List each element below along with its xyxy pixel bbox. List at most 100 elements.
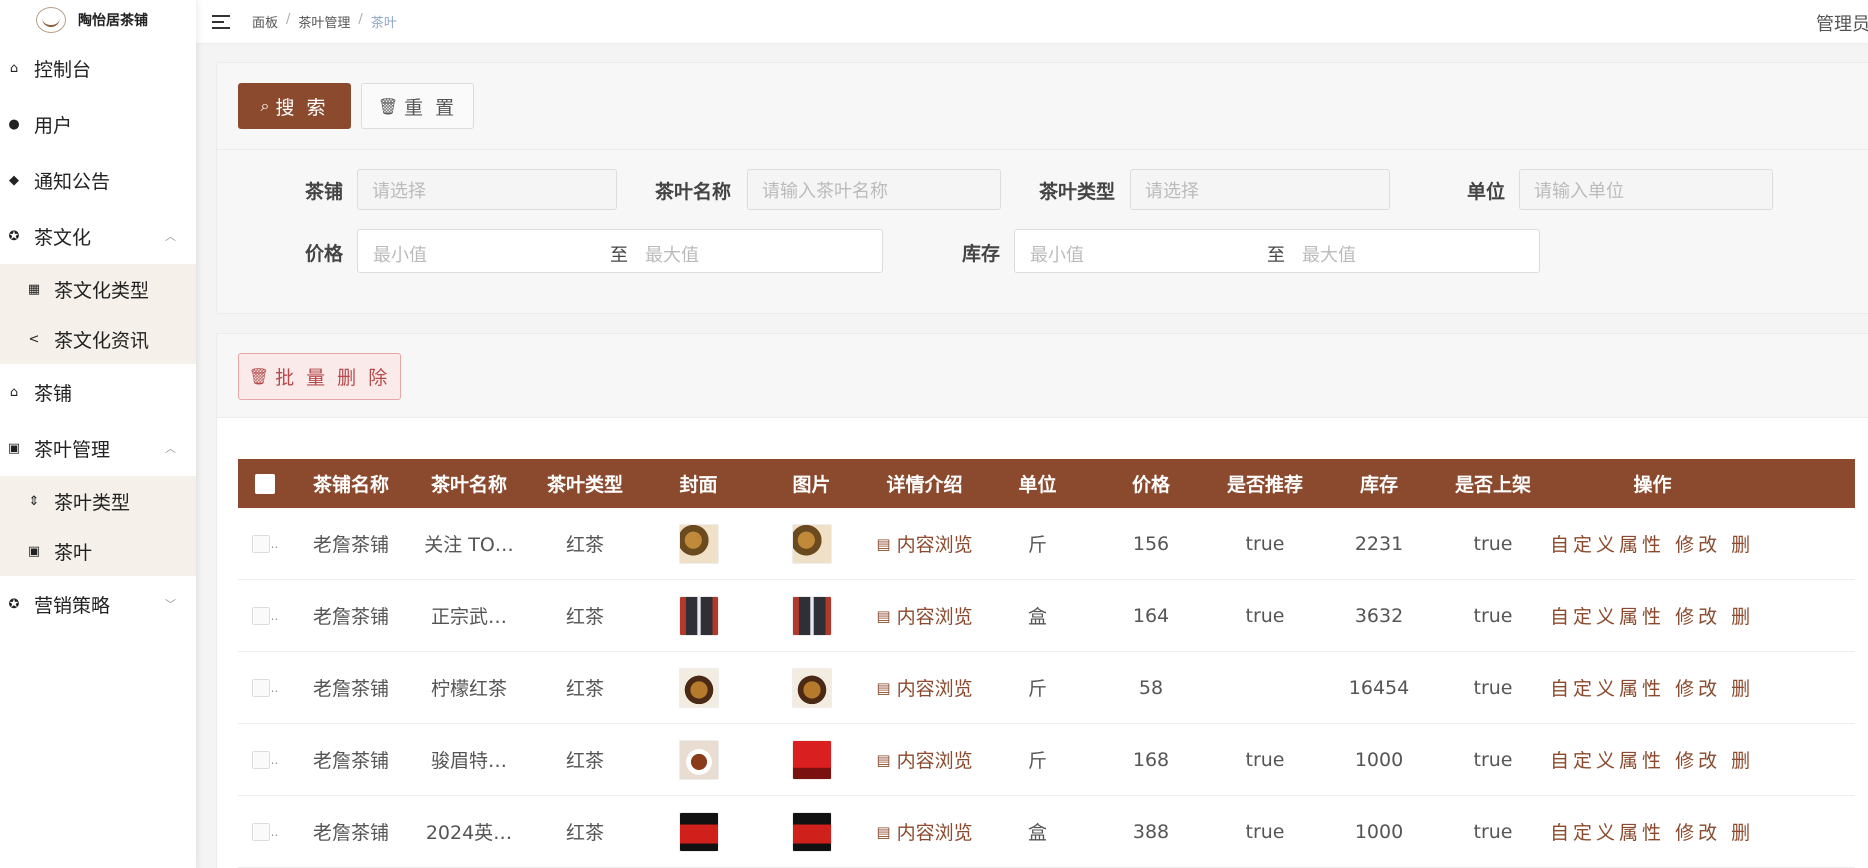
trash-icon: 🗑 (377, 96, 399, 116)
detail-link[interactable]: ▤ 内容浏览 (876, 818, 972, 845)
tea-image[interactable] (791, 667, 832, 708)
edit-button[interactable]: 修改 (1675, 750, 1721, 772)
custom-attributes-button[interactable]: 自定义属性 (1550, 534, 1665, 556)
sidebar-item-tea-shop[interactable]: ⌂ 茶铺 (0, 364, 196, 420)
delete-button[interactable]: 删除 (1731, 534, 1755, 556)
edit-button[interactable]: 修改 (1675, 606, 1721, 628)
sidebar-item-tea[interactable]: ▣ 茶叶 (0, 526, 196, 576)
delete-button[interactable]: 删除 (1731, 822, 1755, 844)
cell-shop: 老詹茶铺 (312, 750, 389, 772)
delete-button[interactable]: 删除 (1731, 750, 1755, 772)
custom-attributes-button[interactable]: 自定义属性 (1550, 750, 1665, 772)
detail-link[interactable]: ▤ 内容浏览 (876, 530, 972, 557)
select-all-checkbox[interactable] (238, 473, 292, 494)
column-header: 库存 (1359, 474, 1398, 496)
sidebar-item-label: 茶文化资讯 (54, 329, 150, 352)
edit-button[interactable]: 修改 (1675, 822, 1721, 844)
detail-link[interactable]: ▤ 内容浏览 (876, 602, 972, 629)
column-header: 详情介绍 (886, 474, 963, 496)
tea-image[interactable] (791, 523, 832, 564)
stock-range: 最小值 至 最大值 (1014, 229, 1540, 273)
cell-unit: 盒 (1027, 822, 1047, 844)
cell-recommend: true (1245, 604, 1285, 627)
tea-image[interactable] (791, 595, 832, 636)
cell-type: 红茶 (565, 534, 604, 556)
price-min-input[interactable]: 最小值 (373, 241, 427, 267)
sidebar-item-tea-culture[interactable]: ✪ 茶文化 ︿ (0, 208, 196, 264)
detail-link[interactable]: ▤ 内容浏览 (876, 746, 972, 773)
sidebar-item-tea-culture-news[interactable]: < 茶文化资讯 (0, 314, 196, 364)
unit-input[interactable]: 请输入单位 (1519, 169, 1773, 210)
tea-image[interactable] (791, 811, 832, 852)
menu-toggle-icon[interactable] (212, 14, 230, 29)
row-checkbox[interactable] (251, 606, 270, 625)
sidebar-item-notices[interactable]: ◆ 通知公告 (0, 152, 196, 208)
cover-image[interactable] (678, 595, 719, 636)
stock-min-input[interactable]: 最小值 (1030, 241, 1084, 267)
batch-delete-button[interactable]: 🗑 批 量 删 除 (238, 353, 401, 400)
breadcrumb-item-tea-management[interactable]: 茶叶管理 (298, 12, 350, 31)
sort-icon: ⇕ (28, 493, 40, 509)
chevron-up-icon: ︿ (165, 442, 176, 455)
edit-button[interactable]: 修改 (1675, 678, 1721, 700)
cell-cover (642, 811, 755, 852)
delete-button[interactable]: 删除 (1731, 606, 1755, 628)
cover-image[interactable] (678, 811, 719, 852)
cell-stock: 16454 (1348, 676, 1410, 699)
custom-attributes-button[interactable]: 自定义属性 (1550, 606, 1665, 628)
delete-button[interactable]: 删除 (1731, 678, 1755, 700)
sidebar-item-tea-culture-type[interactable]: ▦ 茶文化类型 (0, 264, 196, 314)
cover-image[interactable] (678, 739, 719, 780)
tea-type-select[interactable]: 请选择 (1130, 169, 1390, 210)
sidebar-item-users[interactable]: ● 用户 (0, 96, 196, 152)
tea-type-select-placeholder: 请选择 (1145, 180, 1199, 202)
stock-max-input[interactable]: 最大值 (1302, 241, 1356, 267)
sidebar-item-tea-management[interactable]: ▣ 茶叶管理 ︿ (0, 420, 196, 476)
column-header: 图片 (792, 474, 831, 496)
sidebar-item-tea-type[interactable]: ⇕ 茶叶类型 (0, 476, 196, 526)
user-menu[interactable]: 管理员 (1816, 10, 1868, 36)
row-checkbox[interactable] (251, 822, 270, 841)
chevron-up-icon: ︿ (165, 230, 176, 243)
sidebar-item-label: 茶文化 (34, 226, 92, 249)
cell-on-sale: true (1473, 676, 1513, 699)
cell-name: 柠檬红茶 (430, 678, 507, 700)
sidebar-item-marketing[interactable]: ✪ 营销策略 ﹀ (0, 576, 196, 632)
price-max-input[interactable]: 最大值 (645, 241, 699, 267)
unit-label: 单位 (1467, 181, 1506, 203)
logo[interactable]: 陶怡居茶铺 (0, 0, 196, 40)
sidebar-item-label: 用户 (34, 114, 73, 137)
row-checkbox[interactable] (251, 678, 270, 697)
cell-cover (642, 739, 755, 780)
row-checkbox[interactable] (251, 750, 270, 769)
tea-name-input[interactable]: 请输入茶叶名称 (747, 169, 1001, 210)
custom-attributes-button[interactable]: 自定义属性 (1550, 678, 1665, 700)
table-row: .. 老詹茶铺 关注 TO… 红茶 ▤ 内容浏览 斤 156 true 2231 … (238, 508, 1855, 580)
search-button[interactable]: ⌕ 搜 索 (238, 83, 351, 129)
row-checkbox[interactable] (251, 534, 270, 553)
detail-link-label: 内容浏览 (896, 822, 973, 844)
detail-link-label: 内容浏览 (896, 750, 973, 772)
cover-image[interactable] (678, 523, 719, 564)
column-header: 是否推荐 (1226, 474, 1303, 496)
detail-link[interactable]: ▤ 内容浏览 (876, 674, 972, 701)
cell-name: 骏眉特… (430, 750, 507, 772)
cover-image[interactable] (678, 667, 719, 708)
cell-price: 58 (1138, 676, 1164, 699)
price-range-separator: 至 (610, 245, 628, 266)
cell-operations: 自定义属性 修改 删除 (1550, 674, 1755, 701)
custom-attributes-button[interactable]: 自定义属性 (1550, 822, 1665, 844)
cell-image (755, 811, 868, 852)
sidebar-item-dashboard[interactable]: ⌂ 控制台 (0, 40, 196, 96)
detail-link-label: 内容浏览 (896, 606, 973, 628)
reset-button[interactable]: 🗑 重 置 (361, 83, 474, 129)
cell-unit: 斤 (1027, 750, 1047, 772)
breadcrumb-item-dashboard[interactable]: 面板 (252, 12, 278, 31)
shop-select[interactable]: 请选择 (357, 169, 617, 210)
cell-unit: 斤 (1027, 678, 1047, 700)
edit-button[interactable]: 修改 (1675, 534, 1721, 556)
tea-image[interactable] (791, 739, 832, 780)
sidebar-item-label: 茶叶管理 (34, 438, 111, 461)
column-header: 单位 (1018, 474, 1057, 496)
cell-stock: 1000 (1354, 820, 1404, 843)
